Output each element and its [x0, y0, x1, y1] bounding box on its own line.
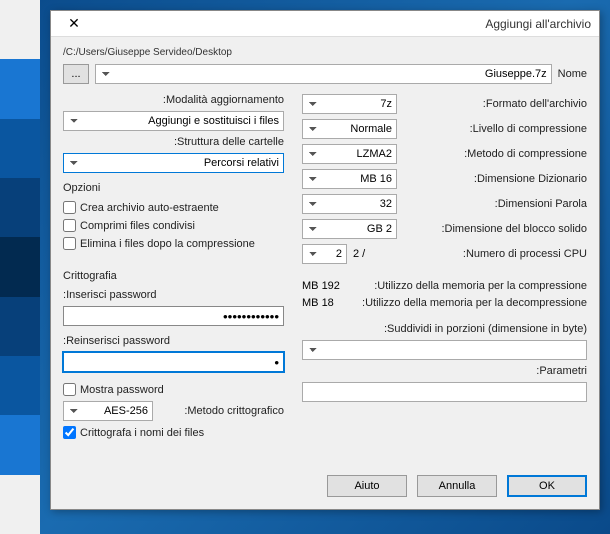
level-select[interactable]: Normale	[302, 119, 397, 139]
shared-checkbox[interactable]	[63, 219, 76, 232]
close-icon[interactable]: ✕	[59, 15, 89, 32]
encmethod-select[interactable]: AES-256	[63, 401, 153, 421]
format-label: Formato dell'archivio:	[403, 98, 587, 110]
sfx-checkbox[interactable]	[63, 201, 76, 214]
mem-comp-label: Utilizzo della memoria per la compressio…	[374, 280, 587, 292]
split-label: Suddividi in porzioni (dimensione in byt…	[302, 323, 587, 335]
params-label: Parametri:	[302, 365, 587, 377]
dialog-title: Aggiungi all'archivio	[485, 17, 591, 31]
mem-decomp-value: 18 MB	[302, 297, 362, 309]
options-title: Opzioni	[63, 182, 284, 194]
name-label: Nome	[558, 68, 587, 80]
level-label: Livello di compressione:	[403, 123, 587, 135]
update-select[interactable]: Aggiungi e sostituisci i files	[63, 111, 284, 131]
pathmode-label: Struttura delle cartelle:	[63, 136, 284, 148]
titlebar: Aggiungi all'archivio ✕	[51, 11, 599, 37]
shared-label: Comprimi files condivisi	[80, 220, 195, 232]
pw-label: Inserisci password:	[63, 289, 284, 301]
params-input[interactable]	[302, 382, 587, 402]
add-to-archive-dialog: Aggiungi all'archivio ✕ C:/Users/Giusepp…	[50, 10, 600, 510]
password-input[interactable]	[63, 306, 284, 326]
word-label: Dimensioni Parola:	[403, 198, 587, 210]
crypto-title: Crittografia	[63, 270, 284, 282]
pw2-label: Reinserisci password:	[63, 335, 284, 347]
encmethod-label: Metodo crittografico:	[159, 405, 284, 417]
ok-button[interactable]: OK	[507, 475, 587, 497]
method-select[interactable]: LZMA2	[302, 144, 397, 164]
sfx-label: Crea archivio auto-estraente	[80, 202, 219, 214]
cancel-button[interactable]: Annulla	[417, 475, 497, 497]
help-button[interactable]: Aiuto	[327, 475, 407, 497]
mem-comp-value: 192 MB	[302, 280, 362, 292]
solid-label: Dimensione del blocco solido:	[403, 223, 587, 235]
solid-select[interactable]: 2 GB	[302, 219, 397, 239]
path-label: C:/Users/Giuseppe Servideo/Desktop/	[63, 47, 232, 58]
filename-input[interactable]	[95, 64, 552, 84]
encnames-label: Crittografa i nomi dei files	[80, 427, 204, 439]
mem-decomp-label: Utilizzo della memoria per la decompress…	[362, 297, 587, 309]
split-select[interactable]	[302, 340, 587, 360]
dict-label: Dimensione Dizionario:	[403, 173, 587, 185]
delete-checkbox[interactable]	[63, 237, 76, 250]
browse-button[interactable]: ...	[63, 64, 89, 84]
showpw-checkbox[interactable]	[63, 383, 76, 396]
showpw-label: Mostra password	[80, 384, 164, 396]
format-select[interactable]: 7z	[302, 94, 397, 114]
cpu-select[interactable]: 2	[302, 244, 347, 264]
update-label: Modalità aggiornamento:	[63, 94, 284, 106]
cpu-label: Numero di processi CPU:	[389, 248, 587, 260]
word-select[interactable]: 32	[302, 194, 397, 214]
delete-label: Elimina i files dopo la compressione	[80, 238, 255, 250]
password-confirm-input[interactable]	[63, 352, 284, 372]
encnames-checkbox[interactable]	[63, 426, 76, 439]
cpu-total: / 2	[353, 248, 383, 260]
method-label: Metodo di compressione:	[403, 148, 587, 160]
pathmode-select[interactable]: Percorsi relativi	[63, 153, 284, 173]
dict-select[interactable]: 16 MB	[302, 169, 397, 189]
